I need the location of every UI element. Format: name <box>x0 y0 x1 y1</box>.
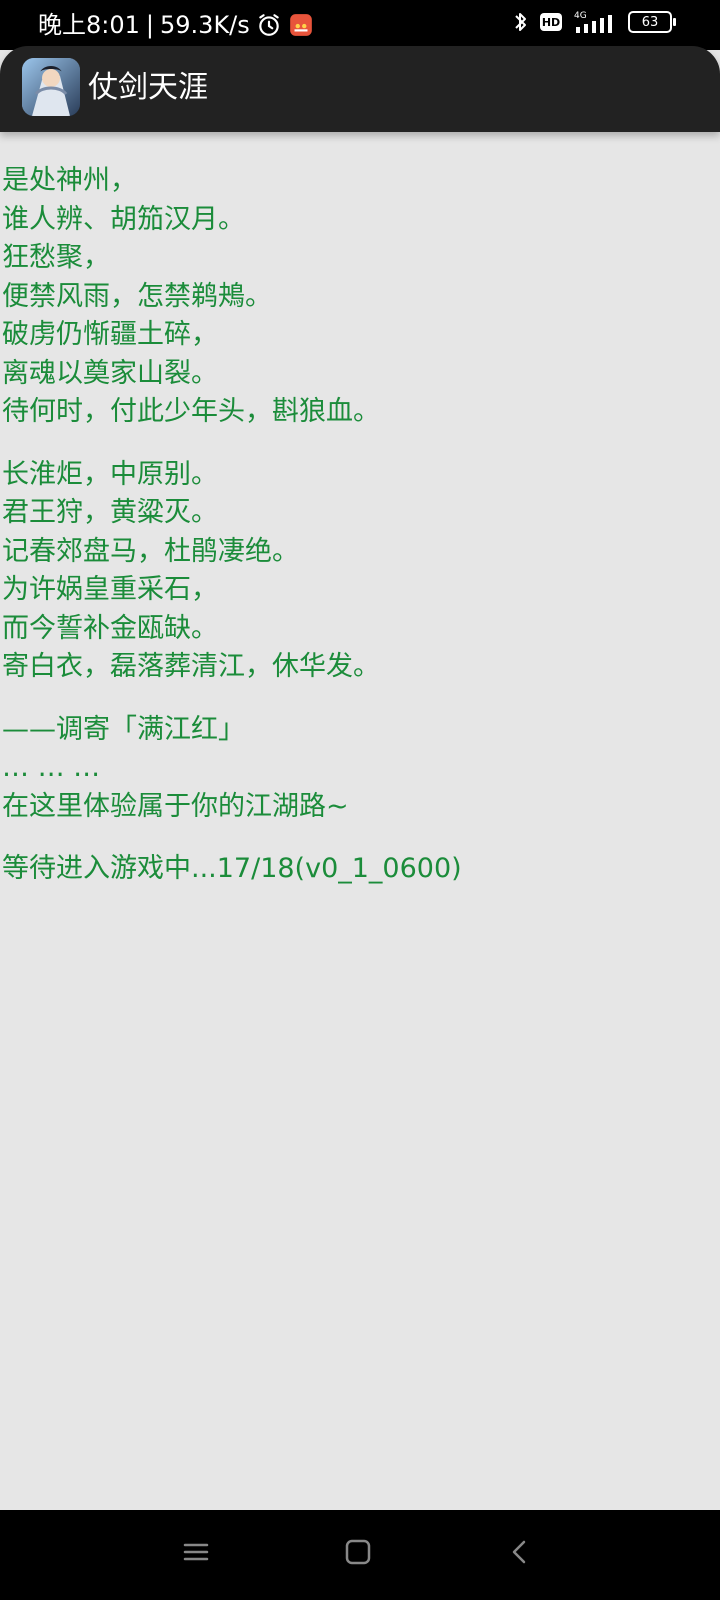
home-icon[interactable] <box>344 1538 372 1570</box>
status-separator: | <box>145 11 154 39</box>
network-label: 4G <box>574 11 587 21</box>
stanza-2: 长淮炬，中原别。 君王狩，黄粱灭。 记春郊盘马，杜鹃凄绝。 为许娲皇重采石， 而… <box>2 456 720 687</box>
poem-line: 是处神州， <box>2 165 137 196</box>
status-bar: 晚上8:01 | 59.3K/s HD 4G 63 <box>0 0 720 50</box>
stanza-3: ——调寄「满江红」 … … … 在这里体验属于你的江湖路~ <box>2 711 720 827</box>
poem-line: 离魂以奠家山裂。 <box>2 357 218 389</box>
loading-status: 等待进入游戏中...17/18(v0_1_0600) <box>2 853 462 884</box>
poem-line: 狂愁聚， <box>2 242 110 273</box>
poem-line: 记春郊盘马，杜鹃凄绝。 <box>2 535 299 567</box>
battery-icon: 63 <box>628 11 676 33</box>
status-time: 晚上8:01 <box>38 11 140 39</box>
signal-icon: 4G <box>572 9 618 35</box>
poem-line: 寄白衣，磊落葬清江，休华发。 <box>2 651 380 682</box>
navigation-bar <box>0 1510 720 1600</box>
poem-line: 谁人辨、胡笳汉月。 <box>2 203 245 235</box>
menu-icon[interactable] <box>182 1538 210 1570</box>
alarm-icon <box>256 12 282 38</box>
poem-line: 待何时，付此少年头，斟狼血。 <box>2 396 380 427</box>
app-bar: 仗剑天涯 <box>0 46 720 132</box>
app-icon[interactable] <box>22 58 80 116</box>
status-speed: 59.3K/s <box>160 11 250 39</box>
poem-line: 君王狩，黄粱灭。 <box>2 497 218 528</box>
poem-attribution: ——调寄「满江红」 <box>2 713 245 745</box>
battery-level: 63 <box>641 14 659 30</box>
content: 是处神州， 谁人辨、胡笳汉月。 狂愁聚， 便禁风雨，怎禁鹈鴂。 破虏仍惭疆土碎，… <box>2 162 720 889</box>
poem-line: 长淮炬，中原别。 <box>2 458 218 490</box>
poem-line: 便禁风雨，怎禁鹈鴂。 <box>2 280 272 312</box>
stanza-1: 是处神州， 谁人辨、胡笳汉月。 狂愁聚， 便禁风雨，怎禁鹈鴂。 破虏仍惭疆土碎，… <box>2 162 720 432</box>
back-icon[interactable] <box>506 1538 534 1570</box>
poem-line: 为许娲皇重采石， <box>2 574 218 605</box>
tagline: 在这里体验属于你的江湖路~ <box>2 790 349 822</box>
poem-line: 破虏仍惭疆土碎， <box>2 319 218 350</box>
status-left: 晚上8:01 | 59.3K/s <box>38 9 314 41</box>
bluetooth-icon <box>512 9 530 35</box>
app-title: 仗剑天涯 <box>88 70 208 105</box>
ellipsis-line: … … … <box>2 752 101 783</box>
app-notification-icon <box>288 12 314 38</box>
hd-badge: HD <box>540 13 562 31</box>
poem-line: 而今誓补金瓯缺。 <box>2 612 218 644</box>
status-right: HD 4G 63 <box>512 9 676 35</box>
